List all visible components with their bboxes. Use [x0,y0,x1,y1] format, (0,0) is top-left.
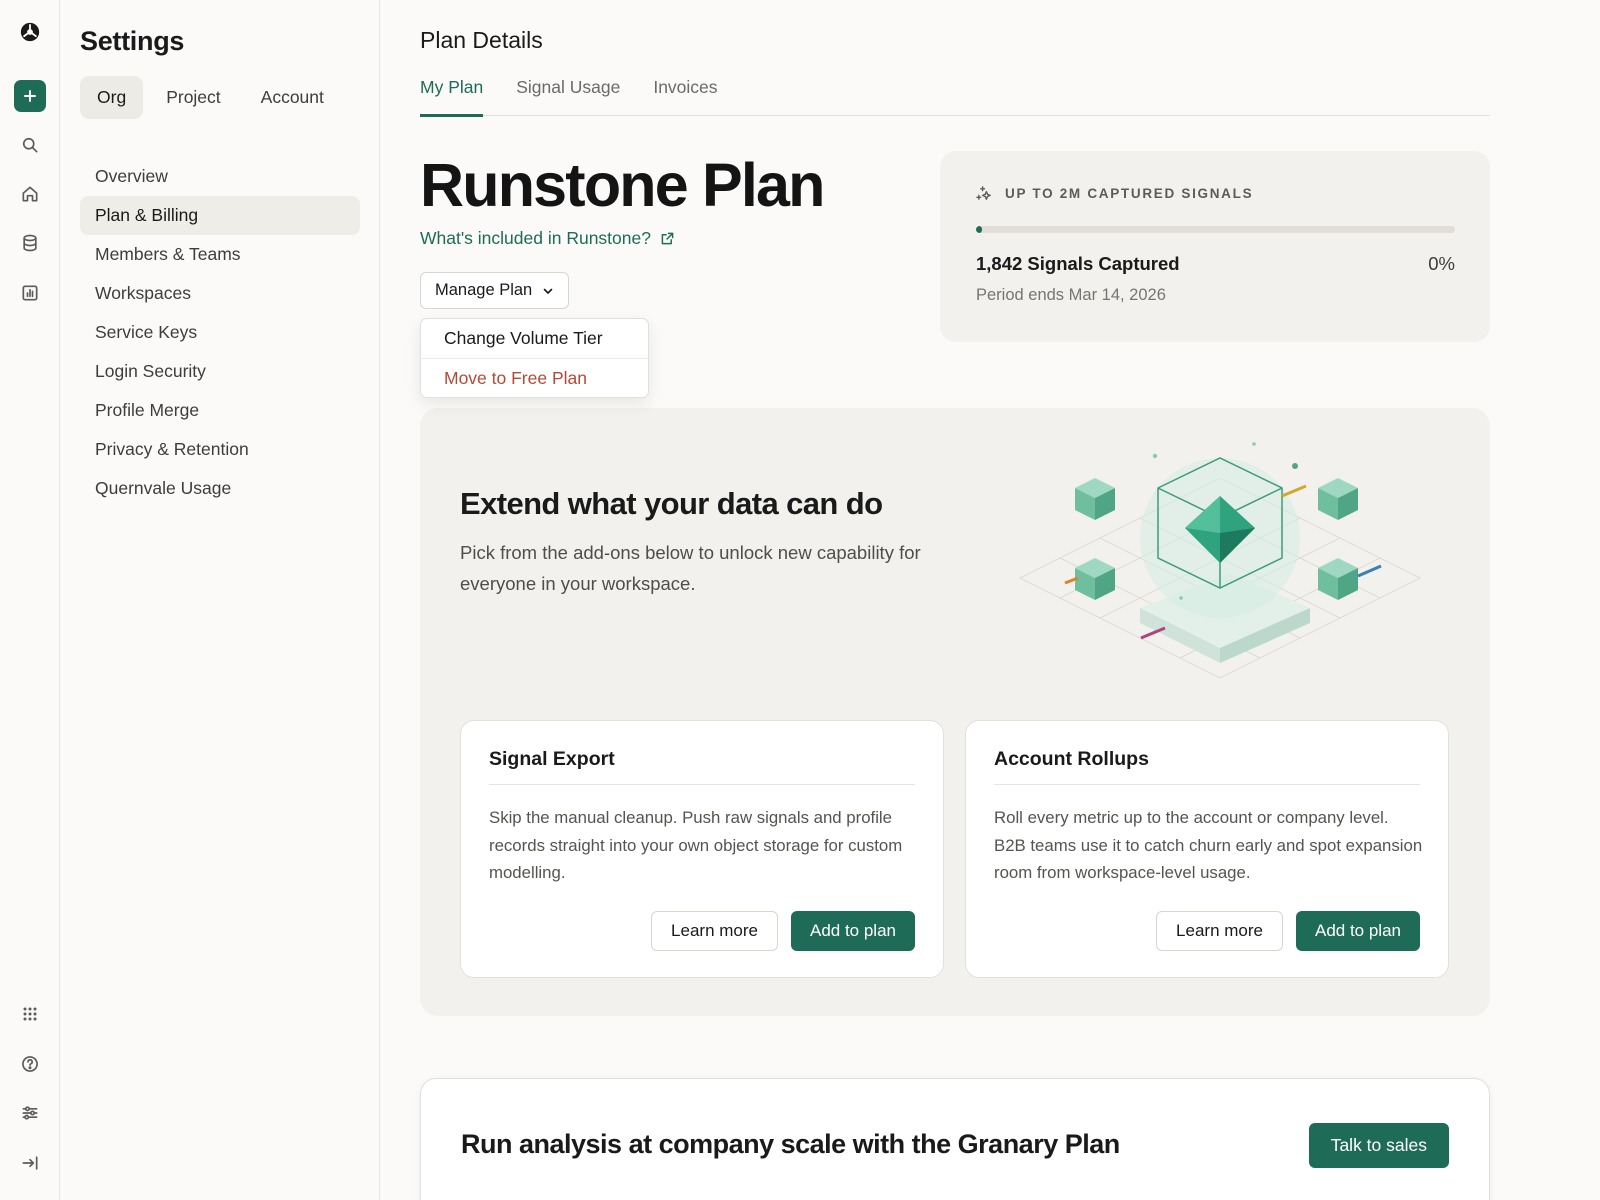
nav-item-login-security[interactable]: Login Security [80,352,360,391]
addon-card-title: Signal Export [489,748,615,770]
scope-tab-org[interactable]: Org [80,76,144,119]
talk-to-sales-button[interactable]: Talk to sales [1308,1123,1449,1168]
usage-percent: 0% [1428,253,1455,274]
usage-progress-fill [976,226,982,233]
tab-my-plan[interactable]: My Plan [420,74,484,117]
addon-card-body: Skip the manual cleanup. Push raw signal… [489,808,903,882]
nav-item-quernvale-usage[interactable]: Quernvale Usage [80,469,360,508]
sliders-icon[interactable] [14,1097,46,1129]
search-icon[interactable] [14,129,46,161]
learn-more-button[interactable]: Learn more [651,911,778,951]
page-title: Plan Details [420,27,543,53]
addons-illustration [1018,442,1422,679]
addon-card-account-rollups: Account Rollups Roll every metric up to … [965,720,1449,978]
tab-signal-usage[interactable]: Signal Usage [516,74,620,116]
usage-heading: UP TO 2M CAPTURED SIGNALS [976,185,1253,202]
settings-nav: Overview Plan & Billing Members & Teams … [80,157,360,508]
nav-item-members-teams[interactable]: Members & Teams [80,235,360,274]
included-link[interactable]: What's included in Runstone? [420,228,674,249]
nav-item-profile-merge[interactable]: Profile Merge [80,391,360,430]
chart-icon[interactable] [14,277,46,309]
included-link-label: What's included in Runstone? [420,228,651,248]
sparkle-icon [976,186,991,200]
addon-card-title: Account Rollups [994,748,1149,770]
help-icon[interactable] [14,1048,46,1080]
add-to-plan-button[interactable]: Add to plan [790,911,915,951]
grid-icon[interactable] [14,998,46,1030]
home-icon[interactable] [14,178,46,210]
chevron-down-icon [543,288,553,294]
usage-progress [976,226,1455,233]
plus-icon[interactable] [14,80,46,112]
add-to-plan-button[interactable]: Add to plan [1295,911,1420,951]
addons-section: Extend what your data can do Pick from t… [420,408,1490,1016]
addon-card-signal-export: Signal Export Skip the manual cleanup. P… [460,720,944,978]
plan-tabs: My Plan Signal Usage Invoices [420,74,1490,117]
logo-icon[interactable] [14,16,46,48]
card-divider [994,784,1420,785]
plan-name: Runstone Plan [420,151,825,219]
settings-sidebar: Settings Org Project Account Overview Pl… [60,0,380,1200]
nav-item-workspaces[interactable]: Workspaces [80,274,360,313]
addon-card-actions: Learn more Add to plan [651,911,915,951]
addons-subtitle: Pick from the add-ons below to unlock ne… [460,542,921,594]
learn-more-button[interactable]: Learn more [1156,911,1283,951]
addons-title: Extend what your data can do [460,486,883,521]
manage-plan-label: Manage Plan [435,281,533,299]
menu-item-move-to-free-plan[interactable]: Move to Free Plan [421,358,648,397]
period-end: Period ends Mar 14, 2026 [976,286,1166,304]
card-divider [489,784,915,785]
icon-rail [0,0,60,1200]
nav-item-overview[interactable]: Overview [80,157,360,196]
usage-heading-label: UP TO 2M CAPTURED SIGNALS [1005,186,1254,201]
external-link-icon [661,232,674,245]
database-icon[interactable] [14,227,46,259]
scope-tab-account[interactable]: Account [244,76,341,119]
enterprise-banner: Run analysis at company scale with the G… [420,1078,1490,1200]
main-content: Plan Details My Plan Signal Usage Invoic… [380,0,1600,1200]
tab-invoices[interactable]: Invoices [653,74,717,116]
addon-card-body: Roll every metric up to the account or c… [994,808,1423,882]
nav-item-service-keys[interactable]: Service Keys [80,313,360,352]
menu-item-change-volume-tier[interactable]: Change Volume Tier [421,319,648,358]
scope-tabs: Org Project Account [80,76,341,119]
manage-plan-menu: Change Volume Tier Move to Free Plan [420,318,649,398]
scope-tab-project[interactable]: Project [149,76,237,119]
usage-card: UP TO 2M CAPTURED SIGNALS 1,842 Signals … [940,151,1490,342]
collapse-icon[interactable] [14,1147,46,1179]
addon-card-actions: Learn more Add to plan [1156,911,1420,951]
manage-plan-button[interactable]: Manage Plan [420,272,570,309]
nav-item-privacy-retention[interactable]: Privacy & Retention [80,430,360,469]
nav-item-plan-billing[interactable]: Plan & Billing [80,196,360,235]
banner-title: Run analysis at company scale with the G… [461,1129,1120,1159]
signals-captured: 1,842 Signals Captured [976,253,1180,274]
settings-title: Settings [80,26,185,56]
